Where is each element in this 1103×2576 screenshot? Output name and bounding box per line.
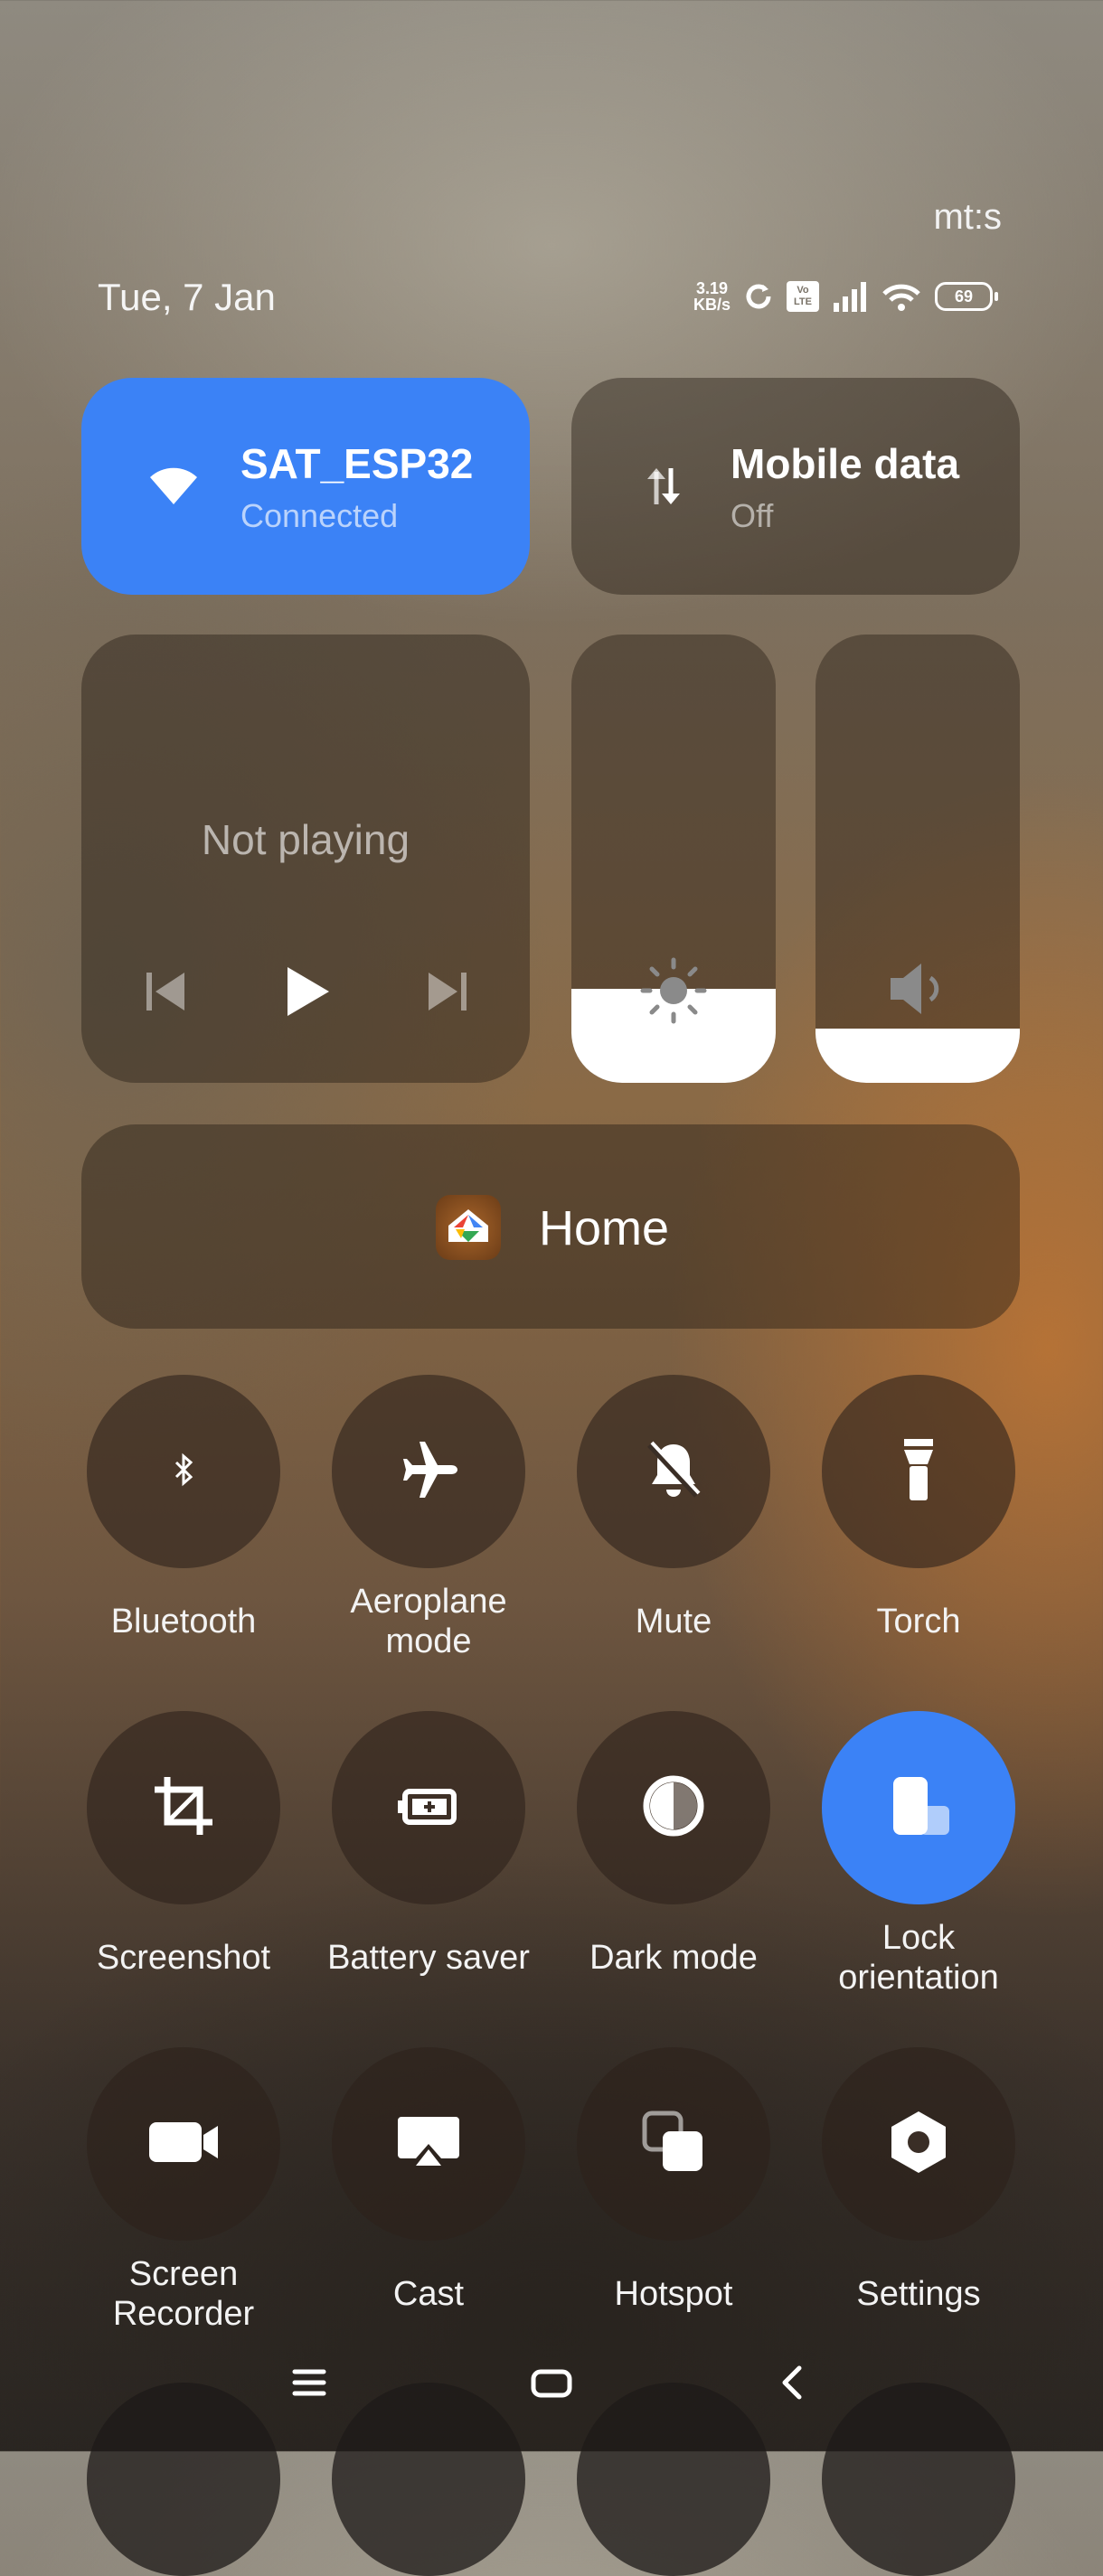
volume-fill <box>815 1029 1020 1083</box>
hotspot-toggle[interactable] <box>577 2047 770 2241</box>
smart-home-label: Home <box>539 1201 670 1255</box>
mobile-data-tile[interactable]: Mobile data Off <box>571 378 1020 595</box>
previous-track-icon[interactable] <box>134 960 197 1023</box>
cast-toggle[interactable] <box>332 2047 525 2241</box>
hotspot-status-icon <box>881 281 922 312</box>
volte-bottom: LTE <box>794 296 812 307</box>
bluetooth-icon <box>165 1452 202 1492</box>
signal-icon <box>832 281 868 312</box>
next-track-icon[interactable] <box>416 960 479 1023</box>
sun-icon <box>571 956 776 1025</box>
screenshot-toggle[interactable] <box>87 1711 280 1904</box>
dark-mode-label: Dark mode <box>589 1939 758 1977</box>
mobile-data-status: Off <box>731 497 774 534</box>
dark-mode-toggle[interactable] <box>577 1711 770 1904</box>
speed-unit: KB/s <box>693 296 731 314</box>
battery-level: 69 <box>954 287 974 306</box>
status-icons: 3.19 KB/s Vo LTE 69 <box>693 277 998 316</box>
aeroplane-mode-label: Aeroplane mode <box>350 1583 507 1660</box>
torch-toggle[interactable] <box>822 1375 1015 1568</box>
battery-plus-icon <box>394 1772 463 1845</box>
video-camera-icon <box>146 2108 222 2181</box>
screenshot-label: Screenshot <box>96 1939 271 1977</box>
gear-hex-icon <box>884 2108 953 2181</box>
hotspot-label: Hotspot <box>614 2275 733 2313</box>
lock-orientation-toggle[interactable] <box>822 1711 1015 1904</box>
mobile-data-title: Mobile data <box>731 440 960 487</box>
battery-saver-toggle[interactable] <box>332 1711 525 1904</box>
bluetooth-label: Bluetooth <box>110 1603 257 1641</box>
speaker-icon <box>815 954 1020 1023</box>
cast-icon <box>394 2108 463 2181</box>
aeroplane-mode-toggle[interactable] <box>332 1375 525 1568</box>
flashlight-icon <box>884 1435 953 1509</box>
battery-saver-label: Battery saver <box>327 1939 530 1977</box>
speed-value: 3.19 <box>695 279 729 297</box>
half-circle-icon <box>639 1772 708 1845</box>
lock-orientation-label: Lock orientation <box>838 1919 999 1997</box>
volte-top: Vo <box>797 285 809 296</box>
cast-label: Cast <box>392 2275 465 2313</box>
menu-icon[interactable] <box>291 2364 327 2405</box>
screen-recorder-label: Screen Recorder <box>112 2255 255 2333</box>
wifi-network-name: SAT_ESP32 <box>240 440 474 487</box>
mute-label: Mute <box>635 1603 712 1641</box>
sync-icon <box>743 281 774 312</box>
rotation-lock-icon <box>884 1772 953 1845</box>
wifi-tile[interactable]: SAT_ESP32 Connected <box>81 378 530 595</box>
wifi-status: Connected <box>240 497 399 534</box>
home-icon[interactable] <box>530 2366 573 2405</box>
mute-toggle[interactable] <box>577 1375 770 1568</box>
date-label: Tue, 7 Jan <box>98 276 276 318</box>
carrier-label: mt:s <box>933 197 1002 237</box>
back-icon[interactable] <box>778 2364 806 2405</box>
torch-label: Torch <box>876 1603 961 1641</box>
screen-recorder-toggle[interactable] <box>87 2047 280 2241</box>
battery-icon: 69 <box>935 282 998 311</box>
data-arrows-icon <box>636 459 691 513</box>
play-icon[interactable] <box>275 960 338 1023</box>
smart-home-tile[interactable]: Home <box>81 1124 1020 1329</box>
bluetooth-toggle[interactable] <box>87 1375 280 1568</box>
brightness-slider[interactable] <box>571 635 776 1083</box>
settings-toggle[interactable] <box>822 2047 1015 2241</box>
google-home-icon <box>436 1195 501 1260</box>
airplane-icon <box>394 1435 463 1509</box>
navigation-bar <box>0 2359 1103 2413</box>
hotspot-icon <box>639 2108 708 2181</box>
media-status: Not playing <box>201 816 410 863</box>
wifi-icon <box>146 459 201 513</box>
media-player-tile[interactable]: Not playing <box>81 635 530 1083</box>
network-speed: 3.19 KB/s <box>693 280 731 313</box>
settings-label: Settings <box>856 2275 981 2313</box>
volte-icon: Vo LTE <box>787 281 819 312</box>
crop-icon <box>149 1772 218 1845</box>
volume-slider[interactable] <box>815 635 1020 1083</box>
bell-off-icon <box>639 1435 708 1509</box>
